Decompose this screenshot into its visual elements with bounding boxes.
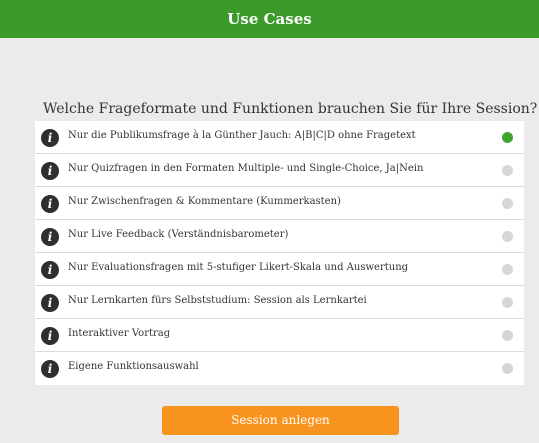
option-row[interactable]: i Interaktiver Vortrag — [35, 319, 524, 352]
info-icon[interactable]: i — [41, 261, 59, 279]
option-radio[interactable] — [502, 165, 513, 176]
option-label: Nur Evaluationsfragen mit 5-stufiger Lik… — [68, 262, 409, 273]
option-label: Nur die Publikumsfrage à la Günther Jauc… — [68, 130, 416, 141]
option-radio[interactable] — [502, 231, 513, 242]
option-label: Nur Lernkarten fürs Selbststudium: Sessi… — [68, 295, 367, 306]
option-label: Nur Zwischenfragen & Kommentare (Kummerk… — [68, 196, 341, 207]
option-row[interactable]: i Nur Quizfragen in den Formaten Multipl… — [35, 154, 524, 187]
option-row[interactable]: i Nur Zwischenfragen & Kommentare (Kumme… — [35, 187, 524, 220]
info-icon[interactable]: i — [41, 294, 59, 312]
option-label: Eigene Funktionsauswahl — [68, 361, 199, 372]
option-row[interactable]: i Nur Lernkarten fürs Selbststudium: Ses… — [35, 286, 524, 319]
option-label: Nur Live Feedback (Verständnisbarometer) — [68, 229, 289, 240]
option-radio[interactable] — [502, 330, 513, 341]
option-row[interactable]: i Nur Evaluationsfragen mit 5-stufiger L… — [35, 253, 524, 286]
option-label: Nur Quizfragen in den Formaten Multiple-… — [68, 163, 424, 174]
info-icon[interactable]: i — [41, 360, 59, 378]
page-title: Use Cases — [227, 10, 312, 28]
options-list: i Nur die Publikumsfrage à la Günther Ja… — [35, 121, 524, 385]
option-row[interactable]: i Nur die Publikumsfrage à la Günther Ja… — [35, 121, 524, 154]
info-icon[interactable]: i — [41, 129, 59, 147]
option-row[interactable]: i Eigene Funktionsauswahl — [35, 352, 524, 384]
info-icon[interactable]: i — [41, 228, 59, 246]
header-bar: Use Cases — [0, 0, 539, 38]
info-icon[interactable]: i — [41, 162, 59, 180]
info-icon[interactable]: i — [41, 327, 59, 345]
option-radio[interactable] — [502, 132, 513, 143]
option-radio[interactable] — [502, 198, 513, 209]
option-radio[interactable] — [502, 264, 513, 275]
option-radio[interactable] — [502, 363, 513, 374]
create-session-button[interactable]: Session anlegen — [162, 406, 399, 435]
option-row[interactable]: i Nur Live Feedback (Verständnisbaromete… — [35, 220, 524, 253]
question-heading: Welche Frageformate und Funktionen brauc… — [43, 101, 538, 117]
option-label: Interaktiver Vortrag — [68, 328, 171, 339]
info-icon[interactable]: i — [41, 195, 59, 213]
option-radio[interactable] — [502, 297, 513, 308]
